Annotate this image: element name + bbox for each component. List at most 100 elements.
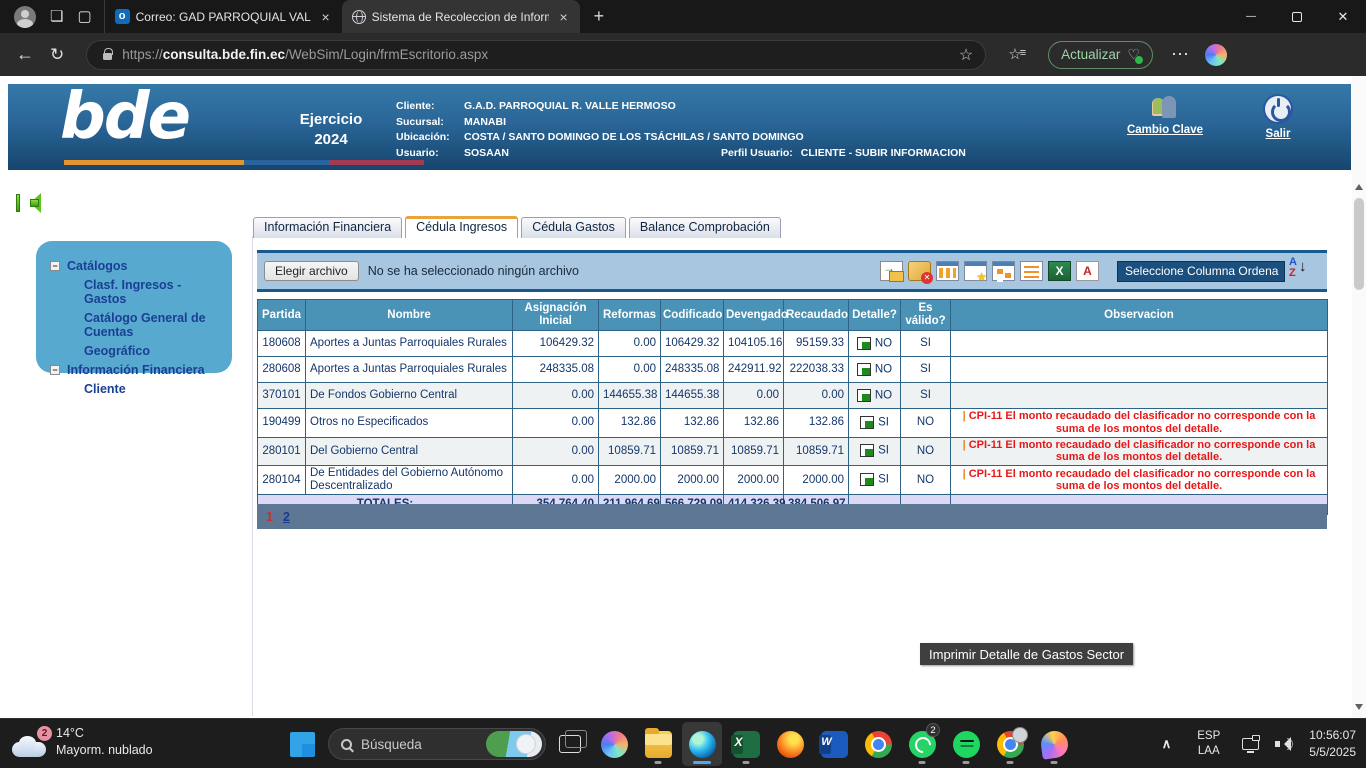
language-indicator[interactable]: ESPLAA <box>1197 729 1220 759</box>
detail-grid-icon[interactable] <box>857 337 871 350</box>
collapse-icon[interactable]: − <box>50 261 60 271</box>
page-link[interactable]: 2 <box>283 510 290 524</box>
choose-file-button[interactable]: Elegir archivo <box>264 261 359 281</box>
grid-window-icon[interactable] <box>936 261 959 281</box>
sort-column-select[interactable]: Seleccione Columna Ordena∨ <box>1117 261 1285 282</box>
detail-grid-icon[interactable] <box>857 363 871 376</box>
maximize-button[interactable] <box>1274 0 1320 33</box>
table-row: 190499Otros no Especificados0.00132.8613… <box>258 409 1328 437</box>
taskbar-excel[interactable] <box>726 722 766 766</box>
column-header: Codificado <box>661 300 724 331</box>
taskbar-chrome[interactable] <box>858 722 898 766</box>
a-z-sort-icon[interactable]: AZ↓ <box>1289 258 1313 284</box>
taskbar-spotify[interactable] <box>946 722 986 766</box>
copilot-icon[interactable] <box>1205 44 1227 66</box>
page-scrollbar[interactable] <box>1352 76 1366 718</box>
collapse-icon[interactable]: − <box>50 365 60 375</box>
detail-grid-icon[interactable] <box>857 389 871 402</box>
taskbar-word[interactable] <box>814 722 854 766</box>
sidebar-item-cliente[interactable]: Cliente <box>84 382 222 396</box>
scroll-down-icon[interactable] <box>1355 704 1363 710</box>
column-header: Recaudado <box>784 300 849 331</box>
spotify-icon <box>953 731 980 758</box>
taskbar-paint[interactable] <box>1034 722 1074 766</box>
cell-reformas: 10859.71 <box>599 437 661 465</box>
pdf-icon[interactable] <box>1076 261 1099 281</box>
salir-link[interactable]: Salir <box>1265 96 1291 140</box>
sidebar-item-clasf-ingresos-gastos[interactable]: Clasf. Ingresos - Gastos <box>84 278 222 306</box>
cell-devengado: 104105.16 <box>724 331 784 357</box>
taskbar-firefox[interactable] <box>770 722 810 766</box>
cell-partida: 280101 <box>258 437 306 465</box>
network-icon[interactable] <box>1242 738 1259 750</box>
column-header: AsignaciónInicial <box>513 300 599 331</box>
bookmark-star-icon[interactable] <box>959 45 973 65</box>
tab-informaci-n-financiera[interactable]: Información Financiera <box>253 217 402 238</box>
detail-grid-icon[interactable] <box>860 444 874 457</box>
new-tab-button[interactable]: + <box>580 6 619 27</box>
workspaces-icon[interactable] <box>50 9 63 24</box>
cambio-clave-link[interactable]: Cambio Clave <box>1127 96 1203 140</box>
sidebar-item-geogr-fico[interactable]: Geográfico <box>84 344 222 358</box>
refresh-button[interactable] <box>50 44 64 65</box>
tab-actions-icon[interactable] <box>77 9 91 24</box>
volume-icon[interactable] <box>1275 737 1293 751</box>
url-field[interactable]: https://consulta.bde.fin.ec/WebSim/Login… <box>86 40 986 70</box>
weather-widget[interactable]: 2 14°C Mayorm. nublado <box>10 725 153 759</box>
back-button[interactable] <box>16 44 34 65</box>
tab-balance-comprobaci-n[interactable]: Balance Comprobación <box>629 217 781 238</box>
cell-partida: 190499 <box>258 409 306 437</box>
close-button[interactable] <box>1320 0 1366 33</box>
cell-nombre: Aportes a Juntas Parroquiales Rurales <box>306 331 513 357</box>
taskbar-chrome2[interactable] <box>990 722 1030 766</box>
sidebar-item-cat-logos[interactable]: −Catálogos <box>50 259 222 273</box>
taskbar-center: Búsqueda 2 <box>290 719 1074 768</box>
sidebar-item-informaci-n-financiera[interactable]: −Información Financiera <box>50 363 222 377</box>
taskbar-edge[interactable] <box>682 722 722 766</box>
browser-tab[interactable]: Sistema de Recoleccion de Inform× <box>342 0 580 33</box>
browser-tab[interactable]: Correo: GAD PARROQUIAL VALLE × <box>104 0 342 33</box>
excel-icon[interactable] <box>1048 261 1071 281</box>
delete-icon[interactable] <box>908 261 931 281</box>
taskbar-search[interactable]: Búsqueda <box>328 728 546 760</box>
detail-grid-icon[interactable] <box>860 416 874 429</box>
clock[interactable]: 10:56:075/5/2025 <box>1309 727 1356 761</box>
star-window-icon[interactable] <box>964 261 987 281</box>
tab-c-dula-gastos[interactable]: Cédula Gastos <box>521 217 626 238</box>
sidebar-item-cat-logo-general-de-cuentas[interactable]: Catálogo General de Cuentas <box>84 311 222 339</box>
taskbar-explorer[interactable] <box>638 722 678 766</box>
taskbar-copilot[interactable] <box>594 722 634 766</box>
cell-partida: 280608 <box>258 357 306 383</box>
tab-close-icon[interactable]: × <box>317 9 333 25</box>
tab-close-icon[interactable]: × <box>555 9 571 25</box>
taskbar-whatsapp[interactable]: 2 <box>902 722 942 766</box>
cell-codificado: 248335.08 <box>661 357 724 383</box>
sidebar-tree: −Catálogos Clasf. Ingresos - Gastos Catálo… <box>36 241 232 373</box>
list-view-icon[interactable] <box>1020 261 1043 281</box>
send-file-icon[interactable] <box>880 261 903 281</box>
task-view-icon[interactable] <box>559 735 581 753</box>
actualizar-button[interactable]: Actualizar <box>1048 41 1153 69</box>
cell-detalle: SI <box>849 409 901 437</box>
minimize-button[interactable] <box>1228 0 1274 33</box>
tree-window-icon[interactable] <box>992 261 1015 281</box>
cell-partida: 280104 <box>258 466 306 495</box>
profile-avatar[interactable] <box>14 6 36 28</box>
browser-menu-icon[interactable] <box>1171 44 1189 65</box>
table-row: 280608Aportes a Juntas Parroquiales Rura… <box>258 357 1328 383</box>
collapse-menu-icon[interactable] <box>16 193 40 213</box>
scrollbar-thumb[interactable] <box>1354 198 1364 290</box>
tab-c-dula-ingresos[interactable]: Cédula Ingresos <box>405 216 518 238</box>
client-info-row: Usuario:SOSAANPerfil Usuario:CLIENTE - S… <box>396 147 966 159</box>
running-indicator <box>743 761 750 764</box>
detail-grid-icon[interactable] <box>860 473 874 486</box>
cell-devengado: 132.86 <box>724 409 784 437</box>
tab-title: Correo: GAD PARROQUIAL VALLE <box>136 10 312 24</box>
tray-chevron-icon[interactable]: ∧ <box>1162 736 1172 752</box>
address-bar: https://consulta.bde.fin.ec/WebSim/Login… <box>0 33 1366 76</box>
scroll-up-icon[interactable] <box>1355 184 1363 190</box>
start-button[interactable] <box>290 732 315 757</box>
cell-devengado: 242911.92 <box>724 357 784 383</box>
running-indicator <box>963 761 970 764</box>
favorites-icon[interactable] <box>1008 45 1028 64</box>
